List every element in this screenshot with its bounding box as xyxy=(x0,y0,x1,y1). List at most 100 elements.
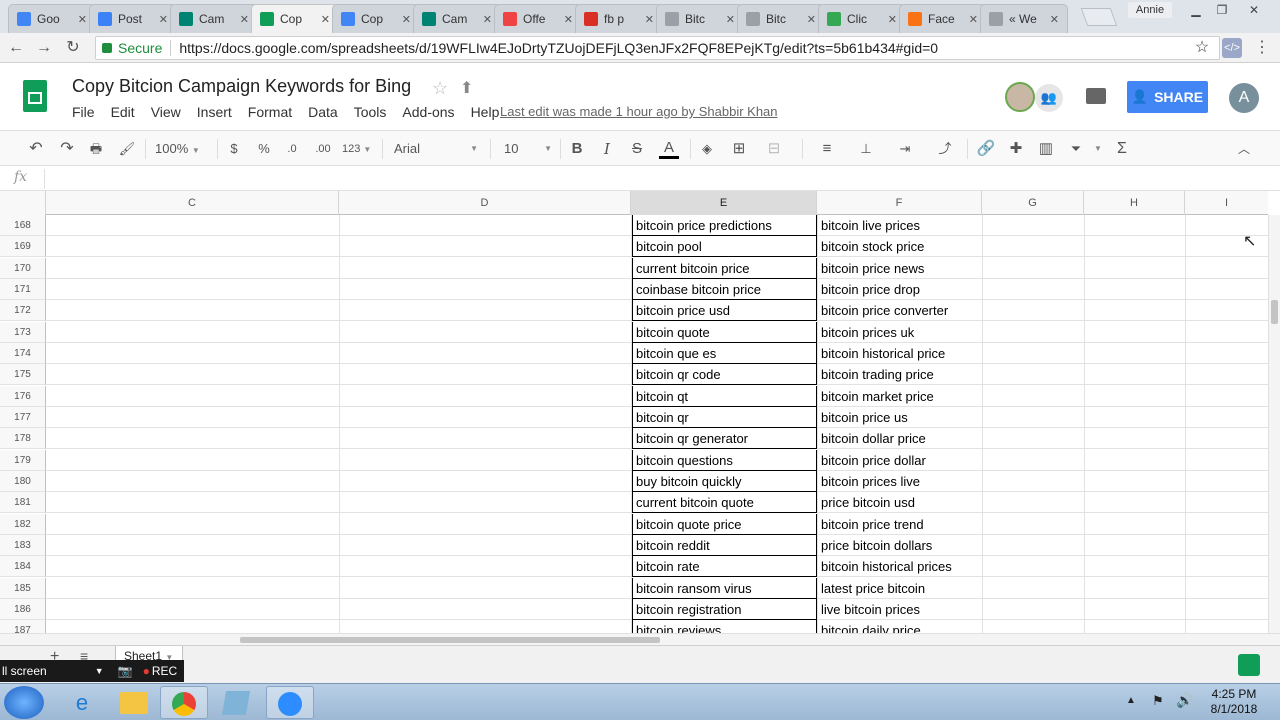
font-size-select[interactable]: 10 ▼ xyxy=(504,139,556,159)
cell-e[interactable]: bitcoin que es xyxy=(632,343,817,364)
explore-icon[interactable] xyxy=(1238,654,1260,676)
close-tab-icon[interactable]: ✕ xyxy=(645,13,654,26)
font-family-select[interactable]: Arial ▼ xyxy=(394,139,482,159)
browser-tab[interactable]: Face ✕ xyxy=(899,4,987,33)
close-window-icon[interactable]: ✕ xyxy=(1240,0,1268,20)
filter-icon[interactable]: ⏷ xyxy=(1066,139,1086,159)
cell-e[interactable]: bitcoin pool xyxy=(632,236,817,257)
camera-icon[interactable]: 📷 xyxy=(118,664,133,678)
recorder-dropdown-icon[interactable]: ▼ xyxy=(95,666,104,676)
row-header[interactable]: 175 xyxy=(0,364,46,385)
cell-e[interactable]: bitcoin reviews xyxy=(632,620,817,633)
text-wrap-icon[interactable]: ⇥ xyxy=(890,139,920,159)
select-all-corner[interactable] xyxy=(0,191,46,215)
row-header[interactable]: 184 xyxy=(0,556,46,577)
column-header-d[interactable]: D xyxy=(339,191,631,215)
file-explorer-icon[interactable] xyxy=(110,686,158,719)
currency-format-button[interactable]: $ xyxy=(226,139,242,159)
menu-view[interactable]: View xyxy=(151,104,181,120)
back-icon[interactable]: ← xyxy=(6,38,26,58)
browser-tab[interactable]: « We ✕ xyxy=(980,4,1068,33)
vertical-scrollbar[interactable] xyxy=(1268,215,1280,633)
fill-color-icon[interactable]: ◈ xyxy=(698,139,716,159)
cell-e[interactable]: current bitcoin quote xyxy=(632,492,817,513)
horizontal-align-icon[interactable]: ≡ xyxy=(812,139,842,159)
cell-e[interactable]: bitcoin qr code xyxy=(632,364,817,385)
cell-f[interactable]: bitcoin price drop xyxy=(818,279,982,300)
browser-tab[interactable]: Post ✕ xyxy=(89,4,177,33)
star-doc-icon[interactable]: ☆ xyxy=(432,78,448,99)
insert-comment-icon[interactable]: ✚ xyxy=(1006,139,1026,159)
merge-cells-icon[interactable]: ⊟ xyxy=(761,139,787,159)
new-tab-button[interactable] xyxy=(1080,8,1118,26)
paint-format-icon[interactable]: 🖌 xyxy=(117,139,137,159)
cell-f[interactable]: bitcoin price news xyxy=(818,258,982,279)
close-tab-icon[interactable]: ✕ xyxy=(807,13,816,26)
redo-icon[interactable]: ↷ xyxy=(57,139,77,159)
volume-icon[interactable]: 🔊 xyxy=(1176,692,1193,709)
menu-insert[interactable]: Insert xyxy=(197,104,232,120)
close-tab-icon[interactable]: ✕ xyxy=(564,13,573,26)
borders-icon[interactable]: ⊞ xyxy=(730,139,748,159)
browser-tab[interactable]: Cop ✕ xyxy=(251,4,339,33)
cell-f[interactable]: bitcoin price converter xyxy=(818,300,982,321)
functions-button[interactable]: Σ xyxy=(1112,139,1132,159)
row-header[interactable]: 168 xyxy=(0,215,46,236)
zoom-app-icon[interactable] xyxy=(266,686,314,719)
close-tab-icon[interactable]: ✕ xyxy=(402,13,411,26)
cell-e[interactable]: bitcoin registration xyxy=(632,599,817,620)
zoom-select[interactable]: 100% ▼ xyxy=(155,139,209,159)
menu-format[interactable]: Format xyxy=(248,104,292,120)
bold-button[interactable]: B xyxy=(569,139,585,159)
browser-tab[interactable]: Bitc ✕ xyxy=(737,4,825,33)
cell-f[interactable]: bitcoin price trend xyxy=(818,514,982,535)
cell-e[interactable]: bitcoin price predictions xyxy=(632,215,817,236)
row-header[interactable]: 187 xyxy=(0,620,46,633)
cell-f[interactable]: bitcoin historical prices xyxy=(818,556,982,577)
column-header-e[interactable]: E xyxy=(631,191,817,215)
close-tab-icon[interactable]: ✕ xyxy=(969,13,978,26)
collaborator-avatar[interactable] xyxy=(1005,82,1035,112)
menu-addons[interactable]: Add-ons xyxy=(402,104,454,120)
column-header-h[interactable]: H xyxy=(1084,191,1185,215)
browser-tab[interactable]: fb p ✕ xyxy=(575,4,663,33)
browser-tab[interactable]: Cam ✕ xyxy=(170,4,258,33)
system-clock[interactable]: 4:25 PM 8/1/2018 xyxy=(1195,687,1273,717)
collaborators-icon[interactable]: 👥 xyxy=(1035,84,1063,112)
close-tab-icon[interactable]: ✕ xyxy=(1050,13,1059,26)
row-header[interactable]: 170 xyxy=(0,258,46,279)
cell-e[interactable]: bitcoin reddit xyxy=(632,535,817,556)
comments-icon[interactable] xyxy=(1086,88,1106,104)
extension-icon[interactable]: </> xyxy=(1222,38,1242,58)
cell-e[interactable]: bitcoin quote price xyxy=(632,514,817,535)
menu-tools[interactable]: Tools xyxy=(354,104,387,120)
row-header[interactable]: 182 xyxy=(0,514,46,535)
cell-f[interactable]: price bitcoin usd xyxy=(818,492,982,513)
row-header[interactable]: 171 xyxy=(0,279,46,300)
insert-chart-icon[interactable]: ▥ xyxy=(1036,139,1056,159)
decrease-decimal-button[interactable]: .0 xyxy=(283,139,301,159)
close-tab-icon[interactable]: ✕ xyxy=(240,13,249,26)
tray-expand-icon[interactable]: ▲ xyxy=(1126,695,1136,706)
undo-icon[interactable]: ↶ xyxy=(26,139,46,159)
url-input[interactable]: Secure https://docs.google.com/spreadshe… xyxy=(95,36,1220,60)
filter-views-dropdown[interactable]: ▼ xyxy=(1094,139,1102,159)
collapse-header-icon[interactable]: ︿ xyxy=(1234,139,1254,159)
cell-f[interactable]: price bitcoin dollars xyxy=(818,535,982,556)
close-tab-icon[interactable]: ✕ xyxy=(888,13,897,26)
move-to-folder-icon[interactable]: ⬆ xyxy=(460,78,473,98)
close-tab-icon[interactable]: ✕ xyxy=(78,13,87,26)
formula-input[interactable] xyxy=(50,169,1260,189)
close-tab-icon[interactable]: ✕ xyxy=(483,13,492,26)
row-header[interactable]: 179 xyxy=(0,450,46,471)
italic-button[interactable]: I xyxy=(599,139,615,159)
share-button[interactable]: 👤 SHARE xyxy=(1127,81,1208,113)
cell-f[interactable]: bitcoin live prices xyxy=(818,215,982,236)
more-formats-select[interactable]: 123 ▼ xyxy=(342,139,372,159)
close-tab-icon[interactable]: ✕ xyxy=(726,13,735,26)
column-header-i[interactable]: I xyxy=(1185,191,1268,215)
minimize-icon[interactable]: ▁ xyxy=(1182,0,1210,20)
cell-e[interactable]: bitcoin qr xyxy=(632,407,817,428)
cell-e[interactable]: bitcoin qt xyxy=(632,386,817,407)
cell-f[interactable]: bitcoin historical price xyxy=(818,343,982,364)
